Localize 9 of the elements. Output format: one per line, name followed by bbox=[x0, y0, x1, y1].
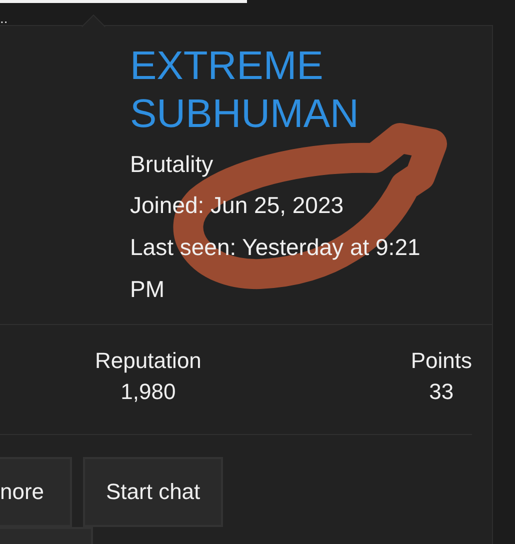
username[interactable]: EXTREME SUBHUMAN bbox=[130, 42, 390, 138]
ellipsis-text: .. bbox=[0, 9, 9, 25]
action-button[interactable]: nore bbox=[0, 457, 72, 527]
stat-label: Reputation bbox=[95, 347, 202, 375]
action-button[interactable]: Start chat bbox=[83, 457, 224, 527]
stat-value: 33 bbox=[429, 378, 454, 406]
stat-value: 1,980 bbox=[120, 378, 176, 406]
user-title: Brutality bbox=[130, 150, 214, 179]
stat-label: Points bbox=[410, 347, 472, 375]
